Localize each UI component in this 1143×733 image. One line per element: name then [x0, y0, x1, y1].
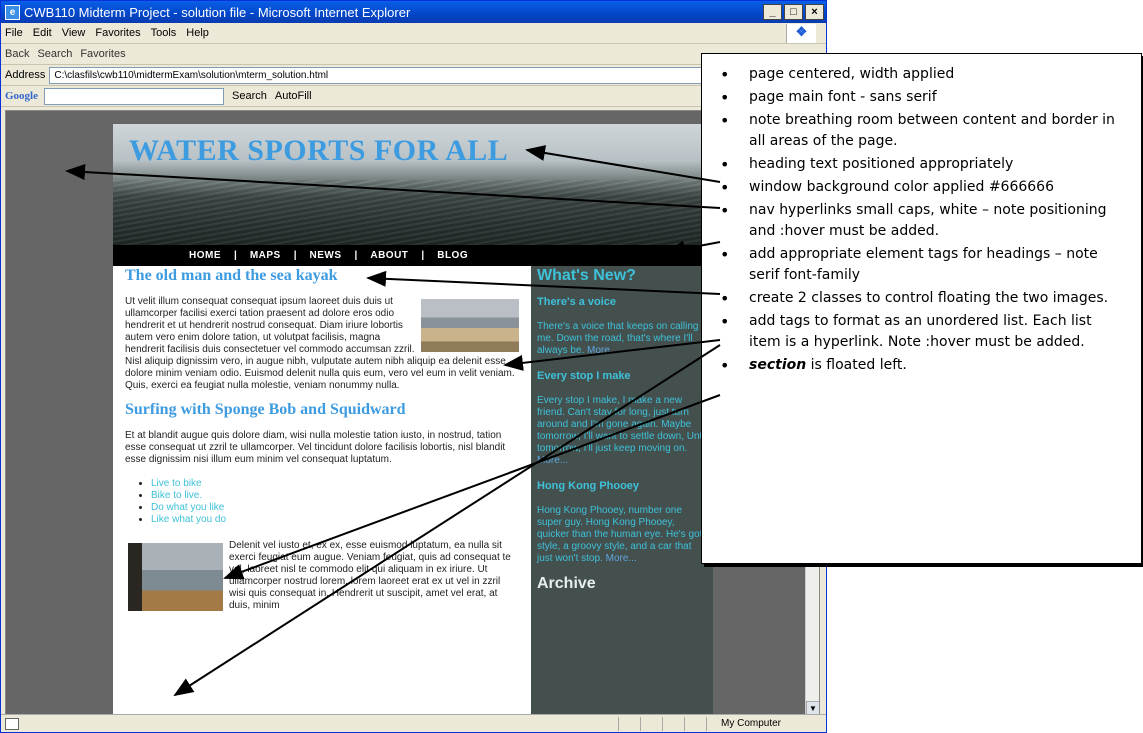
list-item: Live to bike	[151, 478, 519, 490]
article-paragraph-2: Et at blandit augue quis dolore diam, wi…	[125, 430, 506, 465]
title-bar: e CWB110 Midterm Project - solution file…	[1, 1, 826, 23]
zone-label: My Computer	[706, 716, 826, 731]
maximize-button[interactable]: □	[784, 4, 803, 20]
minimize-button[interactable]: _	[763, 4, 782, 20]
news-title[interactable]: Every stop I make	[537, 370, 707, 382]
nav-separator: |	[293, 250, 297, 261]
annotation-item: note breathing room between content and …	[720, 110, 1127, 152]
window-title: CWB110 Midterm Project - solution file -…	[24, 4, 411, 20]
nav-about[interactable]: ABOUT	[370, 250, 408, 261]
annotation-item: add tags to format as an unordered list.…	[720, 311, 1127, 353]
nav-news[interactable]: NEWS	[310, 250, 342, 261]
news-text: There's a voice that keeps on calling me…	[537, 321, 699, 356]
menu-tools[interactable]: Tools	[151, 27, 177, 39]
nav-separator: |	[421, 250, 425, 261]
address-input[interactable]: C:\clasfils\cwb110\midtermExam\solution\…	[49, 66, 706, 84]
page-viewport: WATER SPORTS FOR ALL HOME | MAPS | NEWS | A…	[5, 110, 820, 715]
site-title: WATER SPORTS FOR ALL	[129, 134, 509, 167]
article-paragraph-3: Delenit vel iusto et, ex ex, esse euismo…	[125, 540, 519, 612]
whats-new-heading: What's New?	[537, 267, 636, 284]
nav-separator: |	[234, 250, 237, 261]
link-list: Live to bike Bike to live. Do what you l…	[151, 478, 519, 526]
menu-file[interactable]: File	[5, 27, 23, 39]
status-bar: My Computer	[1, 714, 826, 732]
more-link[interactable]: More...	[537, 455, 568, 466]
site-nav: HOME | MAPS | NEWS | ABOUT | BLOG	[113, 245, 713, 266]
close-button[interactable]: ×	[805, 4, 824, 20]
more-link[interactable]: More...	[606, 553, 637, 564]
article-paragraph-1: Ut velit illum consequat consequat ipsum…	[125, 296, 519, 392]
list-link[interactable]: Live to bike	[151, 478, 202, 489]
list-link[interactable]: Like what you do	[151, 514, 226, 525]
annotation-item: section is floated left.	[720, 355, 1127, 376]
google-search-input[interactable]	[44, 87, 224, 105]
google-search-button[interactable]: Search	[232, 90, 267, 102]
back-button[interactable]: Back	[5, 48, 29, 60]
nav-blog[interactable]: BLOG	[437, 250, 468, 261]
search-button[interactable]: Search	[37, 48, 72, 60]
address-label: Address	[5, 69, 46, 81]
menu-bar: File Edit View Favorites Tools Help ❖	[1, 23, 826, 44]
banner: WATER SPORTS FOR ALL	[113, 124, 713, 245]
news-title[interactable]: Hong Kong Phooey	[537, 480, 707, 492]
menu-favorites[interactable]: Favorites	[95, 27, 140, 39]
menu-help[interactable]: Help	[186, 27, 209, 39]
list-item: Do what you like	[151, 502, 519, 514]
autofill-button[interactable]: AutoFill	[275, 90, 312, 102]
main-section: The old man and the sea kayak Ut velit i…	[113, 266, 531, 624]
section-keyword: section	[749, 357, 807, 373]
web-page: WATER SPORTS FOR ALL HOME | MAPS | NEWS | A…	[113, 124, 713, 714]
ie-icon: e	[5, 4, 20, 20]
nav-maps[interactable]: MAPS	[250, 250, 281, 261]
annotation-item: window background color applied #666666	[720, 177, 1127, 198]
page-icon	[5, 717, 19, 730]
windows-logo-icon: ❖	[786, 23, 816, 43]
annotation-item: page main font - sans serif	[720, 87, 1127, 108]
menu-edit[interactable]: Edit	[33, 27, 52, 39]
sidebar: What's New? There's a voice There's a vo…	[531, 266, 713, 714]
annotation-box: page centered, width applied page main f…	[701, 53, 1142, 564]
list-link[interactable]: Bike to live.	[151, 490, 202, 501]
nav-home[interactable]: HOME	[189, 250, 221, 261]
list-item: Like what you do	[151, 514, 519, 526]
favorites-button[interactable]: Favorites	[80, 48, 125, 60]
news-text: Every stop I make, I make a new friend. …	[537, 395, 707, 466]
article-heading-kayak: The old man and the sea kayak	[125, 267, 338, 284]
beach-kayak-image	[421, 299, 519, 352]
article-heading-surfing: Surfing with Sponge Bob and Squidward	[125, 401, 406, 418]
annotation-item: create 2 classes to control floating the…	[720, 288, 1127, 309]
nav-separator: |	[354, 250, 358, 261]
list-link[interactable]: Do what you like	[151, 502, 224, 513]
annotation-item: heading text positioned appropriately	[720, 154, 1127, 175]
more-link[interactable]: More...	[587, 345, 618, 356]
news-title[interactable]: There's a voice	[537, 296, 707, 308]
annotation-item: add appropriate element tags for heading…	[720, 244, 1127, 286]
news-text: Hong Kong Phooey, number one super guy. …	[537, 505, 703, 564]
annotation-item: nav hyperlinks small caps, white – note …	[720, 200, 1127, 242]
scroll-down-icon[interactable]: ▼	[806, 701, 819, 714]
archive-heading: Archive	[537, 575, 596, 592]
google-logo: Google	[5, 90, 38, 102]
menu-view[interactable]: View	[62, 27, 86, 39]
annotation-list: page centered, width applied page main f…	[720, 64, 1127, 376]
list-item: Bike to live.	[151, 490, 519, 502]
annotation-item: page centered, width applied	[720, 64, 1127, 85]
rope-harbor-image	[128, 543, 223, 611]
